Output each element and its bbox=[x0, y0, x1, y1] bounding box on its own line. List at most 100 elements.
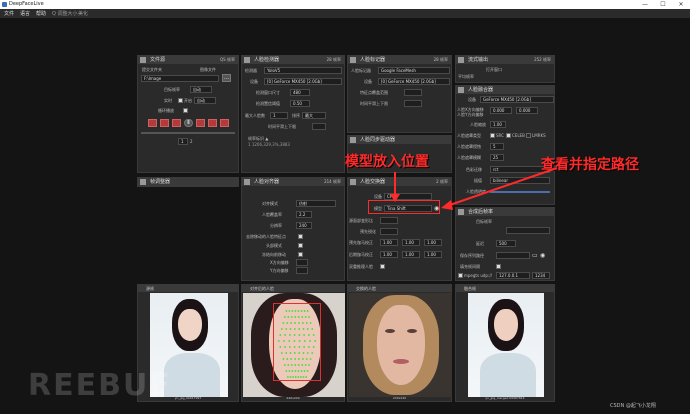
coverage-field[interactable] bbox=[404, 89, 422, 96]
landmark-point bbox=[289, 328, 292, 330]
last-frame-button[interactable] bbox=[220, 119, 229, 127]
aligned-face-view: 对齐后的人脸 240x240 bbox=[241, 284, 345, 402]
max-faces-field[interactable]: 1 bbox=[270, 112, 288, 119]
stream-checkbox[interactable] bbox=[458, 273, 463, 278]
landmark-point bbox=[298, 352, 301, 354]
landmark-point bbox=[308, 334, 310, 336]
mask-lmrks-label: LMRKS bbox=[532, 133, 546, 138]
post-gamma-b[interactable]: 1.00 bbox=[424, 251, 442, 258]
offset-y-field[interactable]: 0.000 bbox=[516, 107, 538, 114]
stream-port-field[interactable]: 1234 bbox=[532, 272, 550, 279]
forward-button[interactable] bbox=[196, 119, 205, 127]
x-offset-field[interactable] bbox=[296, 259, 308, 266]
pre-sharpen-field[interactable] bbox=[380, 228, 398, 235]
menu-help[interactable]: 帮助 bbox=[36, 10, 46, 17]
realtime-field[interactable]: 自动 bbox=[194, 97, 216, 104]
menu-resize[interactable]: Q 调整大小 bbox=[52, 10, 78, 17]
save-path-field[interactable] bbox=[496, 252, 530, 259]
menu-language[interactable]: 语言 bbox=[20, 10, 30, 17]
landmark-point bbox=[280, 352, 283, 354]
pre-gamma-b[interactable]: 1.00 bbox=[424, 239, 442, 246]
shoulder-shape bbox=[164, 353, 220, 397]
menu-style[interactable]: 美化 bbox=[78, 10, 88, 17]
face-animator-header: 人脸同步驱动器 bbox=[348, 136, 451, 144]
landmark-point bbox=[306, 328, 309, 330]
landmark-point bbox=[311, 328, 314, 330]
delay-field[interactable]: 500 bbox=[496, 240, 516, 247]
target-fps-field[interactable]: 自动 bbox=[190, 86, 212, 93]
device-select[interactable]: [0] GeForce MX450 [2.0Gb] bbox=[264, 78, 342, 85]
two-pass-label: 双重推理人脸 bbox=[349, 264, 373, 269]
progress-slider[interactable] bbox=[141, 132, 235, 134]
offset-y-label: 人脸Y方向偏移 bbox=[457, 112, 484, 117]
mask-celeb-checkbox[interactable] bbox=[506, 133, 511, 138]
two-pass-checkbox[interactable] bbox=[380, 264, 385, 269]
device-label: 设备 bbox=[250, 79, 258, 84]
mask-lmrks-checkbox[interactable] bbox=[526, 133, 531, 138]
target-fps-select[interactable] bbox=[506, 227, 550, 234]
path-field[interactable]: F:\Image bbox=[141, 75, 219, 82]
merged-photo bbox=[468, 293, 544, 397]
landmark-point bbox=[292, 376, 294, 378]
delay-label: 延迟 bbox=[476, 241, 484, 246]
window-title: DeepFaceLive bbox=[9, 1, 44, 7]
face-scale-field[interactable]: 1.00 bbox=[490, 121, 506, 128]
exclude-label: 去除移动的人脸特征点 bbox=[246, 234, 286, 239]
browse-folder-icon[interactable]: … bbox=[222, 74, 231, 82]
option-sequence[interactable]: 图像文件 bbox=[200, 67, 216, 73]
temporal-field[interactable] bbox=[312, 123, 326, 130]
pre-gamma-r[interactable]: 1.00 bbox=[380, 239, 398, 246]
close-button[interactable]: ✕ bbox=[672, 0, 690, 9]
folder-icon[interactable]: ▭ bbox=[532, 252, 538, 259]
landmark-point bbox=[309, 340, 311, 342]
post-gamma-g[interactable]: 1.00 bbox=[402, 251, 420, 258]
head-mode-checkbox[interactable] bbox=[298, 243, 303, 248]
first-frame-button[interactable] bbox=[148, 119, 157, 127]
coverage-field[interactable]: 2.2 bbox=[296, 211, 312, 218]
marker-device-select[interactable]: [0] GeForce MX450 [2.0Gb] bbox=[378, 78, 450, 85]
offset-x-field[interactable]: 0.000 bbox=[490, 107, 512, 114]
marker-smooth-field[interactable] bbox=[404, 100, 422, 107]
merge-device-select[interactable]: GeForce MX450 [2.0Gb] bbox=[480, 96, 554, 103]
stream-output-top-panel: 流式输出 252 帧率 打开窗口 平均帧率 bbox=[455, 55, 555, 83]
pre-gamma-g[interactable]: 1.00 bbox=[402, 239, 420, 246]
pause-icon[interactable]: Ⅱ bbox=[184, 119, 193, 127]
align-mode-select[interactable]: 仿射 bbox=[296, 200, 336, 207]
page-field[interactable]: 1 bbox=[178, 138, 188, 145]
temporal-label: 时间平滑上下限 bbox=[268, 124, 296, 129]
menu-file[interactable]: 文件 bbox=[4, 10, 14, 17]
panel-title: 人脸交换器 bbox=[360, 179, 386, 185]
threshold-field[interactable]: 0.50 bbox=[290, 100, 310, 107]
y-offset-field[interactable] bbox=[296, 267, 308, 274]
detector-select[interactable]: YoloV5 bbox=[264, 67, 342, 74]
back-button[interactable] bbox=[172, 119, 181, 127]
landmark-point bbox=[306, 370, 309, 372]
option-single[interactable]: 提交文件夹 bbox=[142, 67, 162, 73]
exclude-checkbox[interactable] bbox=[298, 234, 303, 239]
sort-select[interactable]: 最大 bbox=[302, 112, 326, 119]
erode-label: 人脸遮罩侵蚀 bbox=[457, 144, 481, 149]
mask-src-checkbox[interactable] bbox=[490, 133, 495, 138]
minimize-button[interactable]: — bbox=[636, 0, 654, 9]
resolution-field[interactable]: 240 bbox=[296, 222, 312, 229]
merge-device-label: 设备 bbox=[468, 97, 476, 102]
landmark-point bbox=[285, 370, 288, 372]
freeze-checkbox[interactable] bbox=[298, 252, 303, 257]
maximize-button[interactable]: ☐ bbox=[654, 0, 672, 9]
eye-icon[interactable]: ◉ bbox=[540, 252, 545, 259]
stream-output-header: 流式输出 252 帧率 bbox=[456, 56, 554, 64]
marker-type-select[interactable]: Google FaceMesh bbox=[378, 67, 450, 74]
blur-field[interactable]: 25 bbox=[490, 154, 504, 161]
loop-checkbox[interactable] bbox=[183, 108, 188, 113]
fill-gap-checkbox[interactable] bbox=[496, 264, 501, 269]
realtime-checkbox[interactable] bbox=[178, 98, 183, 103]
info-value: 1 1206,329,3%,3883 bbox=[248, 142, 290, 147]
stream-address-field[interactable]: 127.0.0.1 bbox=[496, 272, 530, 279]
window-size-field[interactable]: 480 bbox=[290, 89, 310, 96]
post-gamma-r[interactable]: 1.00 bbox=[380, 251, 398, 258]
next-frame-button[interactable] bbox=[208, 119, 217, 127]
merged-frame-view: 融合帧 yn_jpg_merged 00067814 bbox=[455, 284, 555, 402]
landmark-point bbox=[303, 310, 306, 312]
erode-field[interactable]: 5 bbox=[490, 143, 504, 150]
prev-frame-button[interactable] bbox=[160, 119, 169, 127]
